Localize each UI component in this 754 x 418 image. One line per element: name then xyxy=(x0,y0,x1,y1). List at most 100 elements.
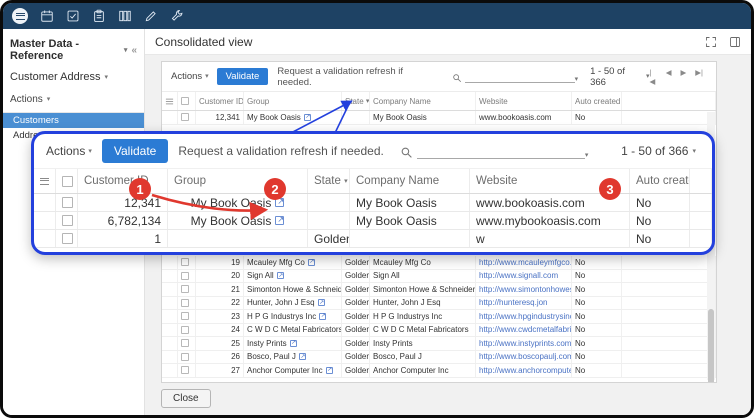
cell-website[interactable]: http://hunteresq.jon xyxy=(476,297,572,310)
scrollbar-thumb[interactable] xyxy=(708,309,714,383)
table-row[interactable]: 27 Anchor Computer Inc Golden Anchor Com… xyxy=(162,364,716,378)
group-link[interactable]: Simonton Howe & Schneider P xyxy=(247,285,342,294)
actions-button[interactable]: Actions ▾ xyxy=(46,144,92,158)
column-settings-icon[interactable] xyxy=(162,92,178,110)
external-link-icon[interactable] xyxy=(299,353,306,360)
prev-page-button[interactable]: ◀ xyxy=(666,68,672,86)
validate-button[interactable]: Validate xyxy=(102,139,168,163)
external-link-icon[interactable] xyxy=(277,272,284,279)
table-row[interactable]: 6,782,134 My Book Oasis My Book Oasis ww… xyxy=(34,212,712,230)
next-page-button[interactable]: ▶ xyxy=(681,68,687,86)
row-checkbox[interactable] xyxy=(62,233,73,244)
workspace-selector[interactable]: Master Data - Reference ▾ « xyxy=(3,29,144,69)
row-checkbox[interactable] xyxy=(181,272,189,280)
cell-website[interactable]: w xyxy=(470,230,630,247)
collapse-sidebar-icon[interactable]: « xyxy=(131,45,137,56)
column-header-customer-id[interactable]: Customer ID xyxy=(78,169,168,193)
table-row[interactable]: 22 Hunter, John J Esq Golden Hunter, Joh… xyxy=(162,297,716,311)
row-checkbox[interactable] xyxy=(181,353,189,361)
calendar-icon[interactable] xyxy=(40,9,54,23)
table-row[interactable]: 25 Insty Prints Golden Insty Prints http… xyxy=(162,337,716,351)
row-checkbox[interactable] xyxy=(181,366,189,374)
external-link-icon[interactable] xyxy=(326,367,333,374)
column-header-auto-created[interactable]: Auto created xyxy=(630,169,690,193)
cell-website[interactable]: www.bookoasis.com xyxy=(476,111,572,124)
cell-website[interactable]: http://www.hpgindustrysinc.co xyxy=(476,310,572,323)
clipboard-icon[interactable] xyxy=(92,9,106,23)
row-checkbox[interactable] xyxy=(181,258,189,266)
group-link[interactable]: Insty Prints xyxy=(247,339,287,348)
cell-website[interactable]: www.mybookoasis.com xyxy=(470,212,630,229)
close-button[interactable]: Close xyxy=(161,389,211,408)
actions-button[interactable]: Actions ▾ xyxy=(171,71,209,82)
row-checkbox[interactable] xyxy=(62,215,73,226)
row-checkbox[interactable] xyxy=(181,312,189,320)
cell-website[interactable]: http://www.mcauleymfgco.com xyxy=(476,256,572,269)
search-input[interactable] xyxy=(417,144,585,159)
column-header-website[interactable]: Website xyxy=(476,92,572,110)
column-settings-icon[interactable] xyxy=(34,169,56,193)
fullscreen-icon[interactable] xyxy=(705,36,717,48)
column-header-group[interactable]: Group xyxy=(168,169,308,193)
cell-website[interactable]: http://www.signall.com xyxy=(476,270,572,283)
column-header-company[interactable]: Company Name xyxy=(370,92,476,110)
column-header-company[interactable]: Company Name xyxy=(350,169,470,193)
row-checkbox[interactable] xyxy=(181,299,189,307)
group-link[interactable]: H P G Industrys Inc xyxy=(247,312,316,321)
group-link[interactable]: C W D C Metal Fabricators xyxy=(247,325,342,334)
cell-website[interactable]: http://www.instyprints.com xyxy=(476,337,572,350)
search-dropdown-icon[interactable]: ▾ xyxy=(575,76,579,83)
cell-website[interactable]: http://www.boscopaulj.com xyxy=(476,351,572,364)
columns-icon[interactable] xyxy=(118,9,132,23)
search-input[interactable] xyxy=(465,71,575,83)
tasks-icon[interactable] xyxy=(66,9,80,23)
table-row[interactable]: 19 Mcauley Mfg Co Golden Mcauley Mfg Co … xyxy=(162,256,716,270)
validate-button[interactable]: Validate xyxy=(217,68,269,85)
group-link[interactable]: My Book Oasis xyxy=(247,113,301,122)
group-link[interactable]: Hunter, John J Esq xyxy=(247,298,315,307)
pagination-range[interactable]: 1 - 50 of 366 ▾ xyxy=(590,66,649,88)
wrench-icon[interactable] xyxy=(170,9,184,23)
external-link-icon[interactable] xyxy=(275,216,284,225)
table-row[interactable]: 23 H P G Industrys Inc Golden H P G Indu… xyxy=(162,310,716,324)
row-checkbox[interactable] xyxy=(181,326,189,334)
column-header-group[interactable]: Group xyxy=(244,92,342,110)
external-link-icon[interactable] xyxy=(290,340,297,347)
group-link[interactable]: Mcauley Mfg Co xyxy=(247,258,305,267)
menu-icon[interactable] xyxy=(12,8,28,24)
column-header-auto-created[interactable]: Auto created xyxy=(572,92,622,110)
table-row[interactable]: 1 Golden w No xyxy=(34,230,712,248)
search-dropdown-icon[interactable]: ▾ xyxy=(585,152,589,159)
pagination-range[interactable]: 1 - 50 of 366 ▾ xyxy=(621,144,700,158)
row-checkbox[interactable] xyxy=(62,197,73,208)
select-all-checkbox[interactable] xyxy=(178,92,196,110)
group-link[interactable]: My Book Oasis xyxy=(191,196,272,210)
table-row[interactable]: 12,341 My Book Oasis My Book Oasis www.b… xyxy=(162,111,716,125)
external-link-icon[interactable] xyxy=(304,114,311,121)
group-link[interactable]: Sign All xyxy=(247,271,274,280)
external-link-icon[interactable] xyxy=(308,259,315,266)
cell-website[interactable]: http://www.simontonhowesch xyxy=(476,283,572,296)
first-page-button[interactable]: |◀ xyxy=(649,68,656,86)
row-checkbox[interactable] xyxy=(181,339,189,347)
cell-website[interactable]: http://www.cwdcmetalfabricat xyxy=(476,324,572,337)
sidebar-item-customers[interactable]: Customers xyxy=(3,113,144,128)
external-link-icon[interactable] xyxy=(319,313,326,320)
select-all-checkbox[interactable] xyxy=(56,169,78,193)
pen-icon[interactable] xyxy=(144,9,158,23)
last-page-button[interactable]: ▶| xyxy=(695,68,703,86)
table-row[interactable]: 26 Bosco, Paul J Golden Bosco, Paul J ht… xyxy=(162,351,716,365)
row-checkbox[interactable] xyxy=(181,113,189,121)
row-checkbox[interactable] xyxy=(181,285,189,293)
column-header-state[interactable]: State ▾ xyxy=(308,169,350,193)
cell-website[interactable]: http://www.anchorcomputerinc xyxy=(476,364,572,377)
group-link[interactable]: Bosco, Paul J xyxy=(247,352,296,361)
external-link-icon[interactable] xyxy=(318,299,325,306)
table-row[interactable]: 21 Simonton Howe & Schneider P Golden Si… xyxy=(162,283,716,297)
table-row[interactable]: 24 C W D C Metal Fabricators Golden C W … xyxy=(162,324,716,338)
group-link[interactable]: Anchor Computer Inc xyxy=(247,366,323,375)
table-row[interactable]: 20 Sign All Golden Sign All http://www.s… xyxy=(162,270,716,284)
group-link[interactable]: My Book Oasis xyxy=(191,214,272,228)
column-header-state[interactable]: State ▾ xyxy=(342,92,370,110)
sidebar-actions-menu[interactable]: Actions ▾ xyxy=(3,90,144,113)
